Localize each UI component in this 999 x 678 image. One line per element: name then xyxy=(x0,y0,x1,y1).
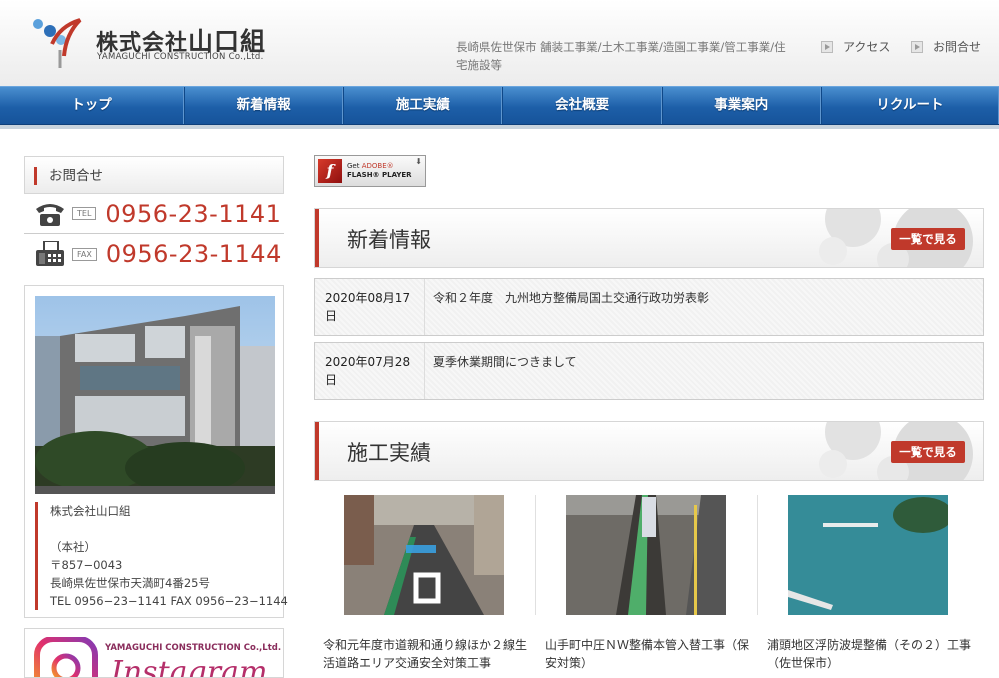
news-section-title: 新着情報 xyxy=(347,228,431,252)
access-link[interactable]: アクセス xyxy=(821,38,890,55)
news-item[interactable]: 2020年08月17日 令和２年度 九州地方整備局国土交通行政功労表彰 xyxy=(314,278,984,336)
works-more-button[interactable]: 一覧で見る xyxy=(891,441,965,463)
work-item[interactable]: 令和元年度市道親和通り線ほか２線生活道路エリア交通安全対策工事 xyxy=(314,495,536,672)
road-marking-photo[interactable] xyxy=(344,495,504,615)
nav-item-top[interactable]: トップ xyxy=(0,87,185,124)
instagram-script-text: Instagram xyxy=(111,655,268,678)
postal-code: 〒857−0043 xyxy=(50,558,123,572)
instagram-banner-en: YAMAGUCHI CONSTRUCTION Co.,Ltd. xyxy=(105,643,282,653)
arrow-icon xyxy=(821,40,833,53)
sidebar: お問合せ TEL 0956-23-1141 FAX 0956-23-1144 xyxy=(24,156,284,274)
arrow-icon xyxy=(911,40,923,53)
flash-icon: f xyxy=(318,159,342,183)
company-logo-icon[interactable] xyxy=(30,16,82,70)
download-arrow-icon: ⬇ xyxy=(415,157,422,166)
get-flash-player-badge[interactable]: f Get ADOBE® FLASH® PLAYER ⬇ xyxy=(314,155,426,187)
instagram-banner[interactable]: YAMAGUCHI CONSTRUCTION Co.,Ltd. Instagra… xyxy=(24,628,284,678)
work-item[interactable]: 山手町中圧ＮＷ整備本管入替工事（保安対策） xyxy=(536,495,758,672)
tel-row[interactable]: TEL 0956-23-1141 xyxy=(24,194,284,234)
nav-item-company[interactable]: 会社概要 xyxy=(502,87,662,124)
fax-row: FAX 0956-23-1144 xyxy=(24,234,284,274)
nav-item-recruit[interactable]: リクルート xyxy=(820,87,999,124)
tagline: 長崎県佐世保市 舗装工事業/土木工事業/造園工事業/管工事業/住宅施設等 xyxy=(456,40,786,72)
work-caption[interactable]: 山手町中圧ＮＷ整備本管入替工事（保安対策） xyxy=(545,636,755,672)
fax-tag: FAX xyxy=(72,247,97,261)
news-item[interactable]: 2020年07月28日 夏季休業期間につきまして xyxy=(314,342,984,400)
street-address: 長崎県佐世保市天満町4番25号 xyxy=(50,576,210,590)
news-title-link[interactable]: 令和２年度 九州地方整備局国土交通行政功労表彰 xyxy=(433,289,709,307)
tel-fax-text: TEL 0956−23−1141 FAX 0956−23−1144 xyxy=(50,594,288,608)
flash-player-text: FLASH® PLAYER xyxy=(347,171,412,179)
nav-item-business[interactable]: 事業案内 xyxy=(661,87,821,124)
telephone-icon xyxy=(36,203,64,226)
pipe-construction-photo[interactable] xyxy=(566,495,726,615)
works-section-title: 施工実績 xyxy=(347,441,431,465)
site-header: 株式会社山口組 YAMAGUCHI CONSTRUCTION Co.,Ltd. … xyxy=(0,0,999,86)
contact-heading: お問合せ xyxy=(24,156,284,194)
contact-link[interactable]: お問合せ xyxy=(911,38,981,55)
news-divider xyxy=(424,343,425,399)
global-nav: トップ 新着情報 施工実績 会社概要 事業案内 リクルート xyxy=(0,86,999,125)
news-date: 2020年08月17日 xyxy=(325,291,411,323)
tel-tag: TEL xyxy=(72,207,97,220)
works-grid: 令和元年度市道親和通り線ほか２線生活道路エリア交通安全対策工事 山手町中圧ＮＷ整… xyxy=(314,495,984,672)
fax-number: 0956-23-1144 xyxy=(105,240,282,268)
news-divider xyxy=(424,279,425,335)
work-item[interactable]: 浦頭地区浮防波堤整備（その２）工事（佐世保市） xyxy=(758,495,980,672)
flash-get-text: Get xyxy=(347,162,360,170)
breakwater-aerial-photo[interactable] xyxy=(788,495,948,615)
nav-item-news[interactable]: 新着情報 xyxy=(184,87,344,124)
fax-icon xyxy=(36,241,64,266)
company-name-text: 株式会社山口組 xyxy=(50,504,131,518)
news-title-link[interactable]: 夏季休業期間につきまして xyxy=(433,353,577,371)
nav-item-works[interactable]: 施工実績 xyxy=(343,87,503,124)
work-caption[interactable]: 浦頭地区浮防波堤整備（その２）工事（佐世保市） xyxy=(767,636,977,672)
flash-adobe-text: ADOBE® xyxy=(361,162,394,170)
news-section-header: 新着情報 一覧で見る xyxy=(314,208,984,268)
office-building-photo xyxy=(35,296,275,494)
company-name-en: YAMAGUCHI CONSTRUCTION Co.,Ltd. xyxy=(97,52,264,62)
office-label: （本社） xyxy=(50,540,96,554)
company-address: 株式会社山口組 （本社） 〒857−0043 長崎県佐世保市天満町4番25号 T… xyxy=(35,502,288,610)
company-card: 株式会社山口組 （本社） 〒857−0043 長崎県佐世保市天満町4番25号 T… xyxy=(24,285,288,618)
news-date: 2020年07月28日 xyxy=(325,355,411,387)
nav-divider xyxy=(0,125,999,129)
works-section-header: 施工実績 一覧で見る xyxy=(314,421,984,481)
tel-number[interactable]: 0956-23-1141 xyxy=(105,200,281,228)
news-more-button[interactable]: 一覧で見る xyxy=(891,228,965,250)
work-caption[interactable]: 令和元年度市道親和通り線ほか２線生活道路エリア交通安全対策工事 xyxy=(323,636,533,672)
